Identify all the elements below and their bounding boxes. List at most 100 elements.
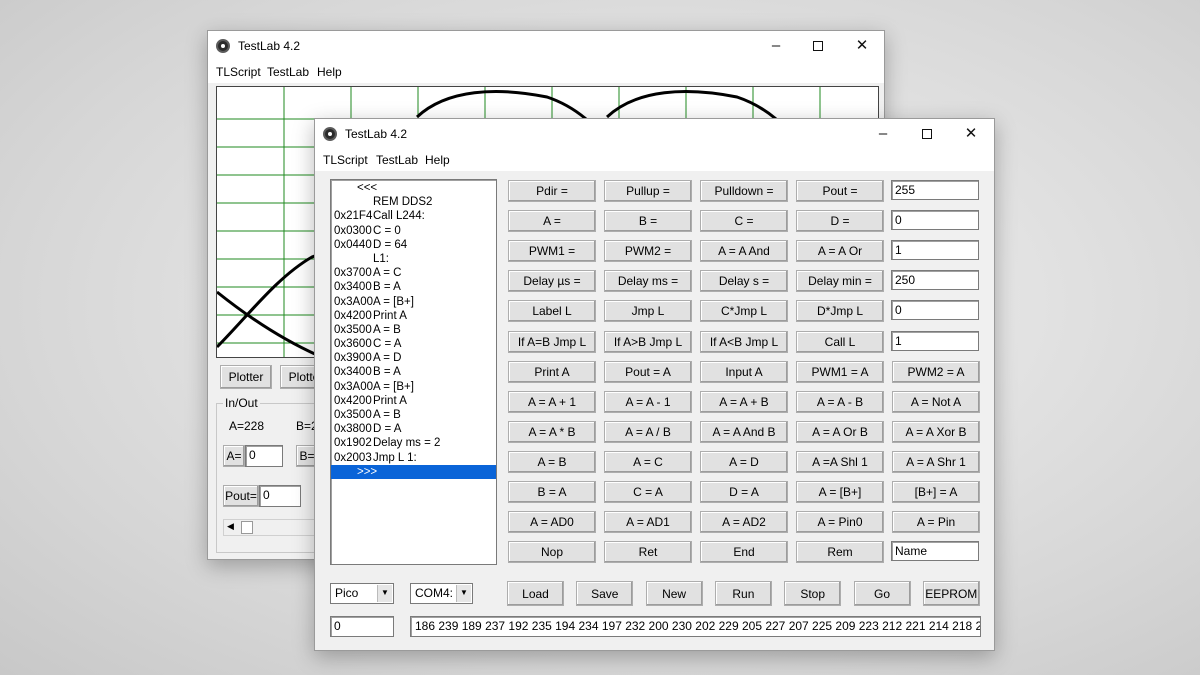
command-button[interactable]: Pdir = [508, 180, 596, 202]
param-field[interactable]: 0 [891, 300, 979, 321]
command-button[interactable]: A = A And [700, 240, 788, 263]
command-button[interactable]: Label L [508, 300, 596, 323]
command-button[interactable]: A =A Shl 1 [796, 450, 884, 473]
code-line[interactable]: L1: [331, 252, 496, 266]
command-button[interactable]: A = A / B [604, 420, 692, 443]
command-button[interactable]: Delay min = [796, 270, 884, 293]
command-button[interactable]: Print A [508, 360, 596, 383]
close-icon[interactable]: ✕ [951, 119, 991, 149]
command-button[interactable]: A = [508, 210, 596, 233]
menu-help[interactable]: Help [425, 153, 450, 167]
command-button[interactable]: D = [796, 210, 884, 233]
command-button[interactable]: If A=B Jmp L [508, 330, 596, 353]
command-button[interactable]: PWM1 = [508, 240, 596, 263]
command-button[interactable]: A = AD1 [604, 511, 692, 534]
minimize-icon[interactable]: – [863, 119, 903, 149]
slider-thumb[interactable] [241, 521, 253, 534]
plotter-button-1[interactable]: Plotter [220, 365, 272, 389]
menu-help[interactable]: Help [317, 65, 342, 79]
command-button[interactable]: Pulldown = [700, 180, 788, 202]
command-button[interactable]: Delay µs = [508, 270, 596, 293]
command-button[interactable]: A = Not A [892, 390, 980, 413]
command-button[interactable]: A = Pin0 [796, 511, 884, 534]
eeprom-button[interactable]: EEPROM [922, 581, 980, 606]
go-button[interactable]: Go [853, 581, 911, 606]
save-button[interactable]: Save [576, 581, 634, 606]
command-button[interactable]: A = D [700, 450, 788, 473]
command-button[interactable]: PWM2 = A [892, 360, 980, 383]
menu-tlscript[interactable]: TLScript [216, 65, 261, 79]
command-button[interactable]: A = A - B [796, 390, 884, 413]
back-slider[interactable]: ◀ [223, 519, 323, 536]
command-button[interactable]: A = A Xor B [892, 420, 980, 443]
maximize-icon[interactable] [907, 119, 947, 149]
param-field[interactable]: 1 [891, 240, 979, 261]
command-button[interactable]: A = C [604, 450, 692, 473]
command-button[interactable]: C*Jmp L [700, 300, 788, 323]
command-button[interactable]: A = A * B [508, 420, 596, 443]
code-line[interactable]: 0x0440 D = 64 [331, 238, 496, 252]
command-button[interactable]: PWM1 = A [796, 360, 884, 383]
code-line[interactable]: 0x4200 Print A [331, 394, 496, 408]
command-button[interactable]: End [700, 541, 788, 564]
command-button[interactable]: A = AD2 [700, 511, 788, 534]
code-line[interactable]: 0x3A00 A = [B+] [331, 380, 496, 394]
command-button[interactable]: Delay s = [700, 270, 788, 293]
command-button[interactable]: Delay ms = [604, 270, 692, 293]
code-line[interactable]: 0x3A00 A = [B+] [331, 295, 496, 309]
command-button[interactable]: Ret [604, 541, 692, 564]
new-button[interactable]: New [645, 581, 703, 606]
dropdown-arrow-icon[interactable]: ▼ [377, 585, 392, 602]
load-button[interactable]: Load [507, 581, 564, 606]
code-line[interactable]: 0x3400 B = A [331, 280, 496, 294]
param-field[interactable]: 250 [891, 270, 979, 291]
command-button[interactable]: Nop [508, 541, 596, 564]
menu-testlab[interactable]: TestLab [376, 153, 418, 167]
code-line[interactable]: 0x3600 C = A [331, 337, 496, 351]
command-button[interactable]: C = [700, 210, 788, 233]
command-button[interactable]: B = [604, 210, 692, 233]
maximize-icon[interactable] [798, 31, 838, 61]
command-button[interactable]: A = [B+] [796, 481, 884, 503]
command-button[interactable]: A = A Or B [796, 420, 884, 443]
command-button[interactable]: A = A And B [700, 420, 788, 443]
command-button[interactable]: C = A [604, 481, 692, 503]
command-button[interactable]: A = AD0 [508, 511, 596, 534]
code-line[interactable]: >>> [331, 464, 496, 479]
command-button[interactable]: Jmp L [604, 300, 692, 323]
code-line[interactable]: 0x3500 A = B [331, 323, 496, 337]
code-line[interactable]: 0x3400 B = A [331, 365, 496, 379]
command-button[interactable]: A = A - 1 [604, 390, 692, 413]
port-select[interactable]: COM4: ▼ [410, 583, 473, 604]
dropdown-arrow-icon[interactable]: ▼ [456, 585, 471, 602]
command-button[interactable]: PWM2 = [604, 240, 692, 263]
command-button[interactable]: Pullup = [604, 180, 692, 202]
command-button[interactable]: Input A [700, 360, 788, 383]
command-button[interactable]: D = A [700, 481, 788, 503]
menu-tlscript[interactable]: TLScript [323, 153, 368, 167]
pout-input[interactable]: 0 [259, 485, 301, 507]
slider-left-arrow-icon[interactable]: ◀ [227, 521, 234, 532]
stop-button[interactable]: Stop [784, 581, 842, 606]
run-button[interactable]: Run [714, 581, 772, 606]
code-line[interactable]: REM DDS2 [331, 195, 496, 209]
pout-set-button[interactable]: Pout= [223, 485, 259, 507]
command-button[interactable]: B = A [508, 481, 596, 503]
code-line[interactable]: 0x0300 C = 0 [331, 224, 496, 238]
command-button[interactable]: Pout = [796, 180, 884, 202]
param-field[interactable]: 1 [891, 330, 979, 351]
command-button[interactable]: A = A Or [796, 240, 884, 263]
code-line[interactable]: 0x1902 Delay ms = 2 [331, 436, 496, 450]
command-button[interactable]: Pout = A [604, 360, 692, 383]
code-line[interactable]: 0x3700 A = C [331, 266, 496, 280]
code-line[interactable]: <<< [331, 181, 496, 195]
command-button[interactable]: A = A + B [700, 390, 788, 413]
command-button[interactable]: [B+] = A [892, 481, 980, 503]
command-button[interactable]: A = Pin [892, 511, 980, 534]
code-line[interactable]: 0x21F4 Call L244: [331, 209, 496, 223]
command-button[interactable]: If A>B Jmp L [604, 330, 692, 353]
code-line[interactable]: 0x4200 Print A [331, 309, 496, 323]
a-input[interactable]: 0 [245, 445, 283, 467]
code-listbox[interactable]: <<< REM DDS2 0x21F4 Call L244: 0x0300 C = 0 0x… [330, 179, 497, 565]
command-button[interactable]: If A<B Jmp L [700, 330, 788, 353]
